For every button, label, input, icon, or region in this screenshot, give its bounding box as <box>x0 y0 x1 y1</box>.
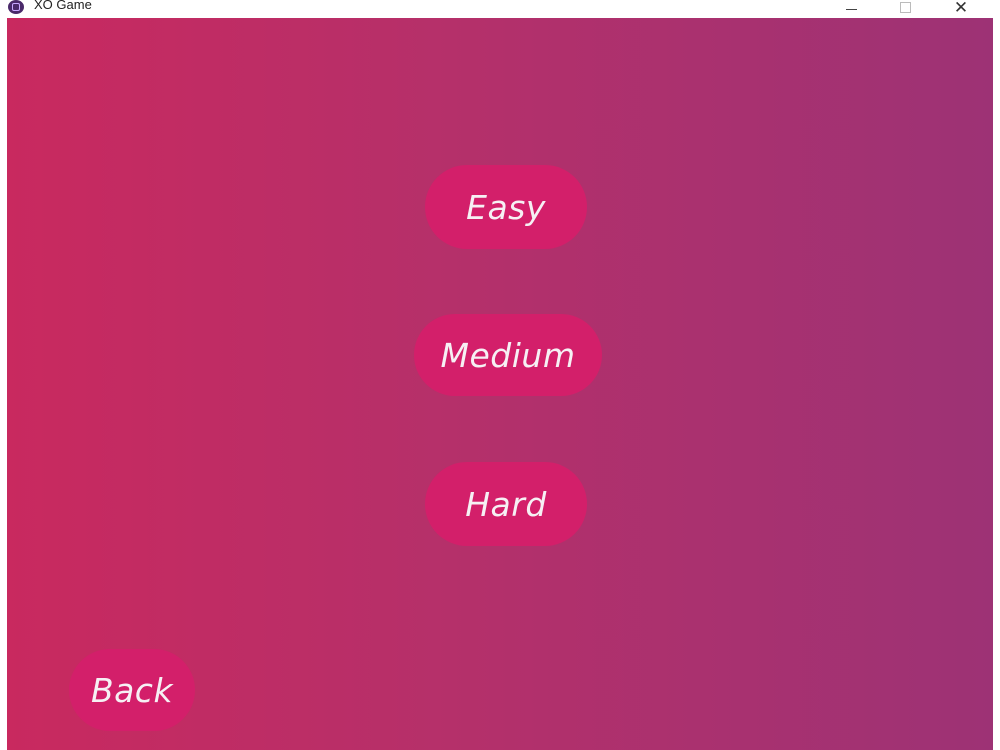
window-border-left <box>0 18 7 750</box>
easy-button[interactable]: Easy <box>425 165 587 249</box>
window-title: XO Game <box>34 0 92 12</box>
maximize-icon <box>899 1 911 13</box>
window-border-right <box>993 18 1000 750</box>
app-window: XO Game ✕ Easy Medium Hard Back <box>0 0 1000 750</box>
minimize-button[interactable] <box>828 0 874 16</box>
hard-button[interactable]: Hard <box>425 462 587 546</box>
medium-button[interactable]: Medium <box>414 314 602 396</box>
maximize-button[interactable] <box>882 0 928 16</box>
minimize-icon <box>845 8 857 10</box>
close-icon: ✕ <box>953 0 969 18</box>
app-icon <box>8 0 24 14</box>
difficulty-screen: Easy Medium Hard Back <box>7 18 993 750</box>
title-bar[interactable]: XO Game ✕ <box>0 0 1000 18</box>
back-button[interactable]: Back <box>69 649 195 731</box>
close-button[interactable]: ✕ <box>938 0 984 18</box>
